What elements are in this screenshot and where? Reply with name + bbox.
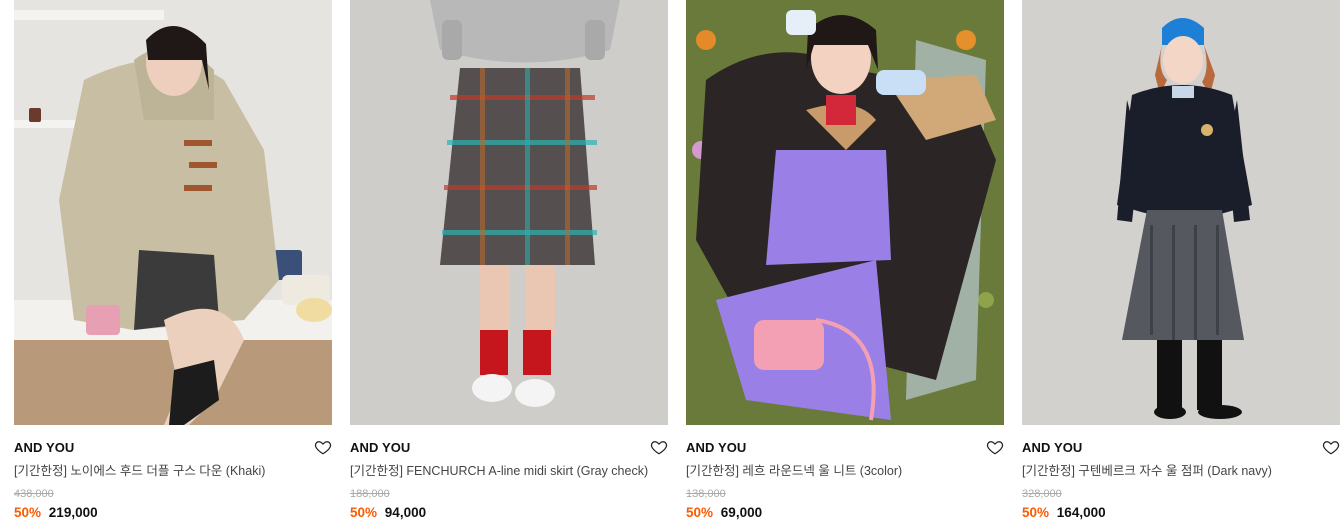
original-price: 328,000: [1022, 488, 1062, 500]
product-card[interactable]: AND YOU [기간한정] 노이에스 후드 더플 구스 다운 (Khaki) …: [14, 0, 332, 521]
discount-rate: 50%: [14, 505, 42, 520]
sale-price-row: 50% 219,000: [14, 505, 332, 521]
discount-rate: 50%: [1022, 505, 1050, 520]
brand-row: AND YOU: [1022, 439, 1340, 459]
product-title[interactable]: [기간한정] FENCHURCH A-line midi skirt (Gray…: [350, 463, 650, 479]
product-image[interactable]: [14, 0, 332, 425]
product-card[interactable]: AND YOU [기간한정] FENCHURCH A-line midi ski…: [350, 0, 668, 521]
brand-row: AND YOU: [350, 439, 668, 459]
sale-price-row: 50% 164,000: [1022, 505, 1340, 521]
product-title[interactable]: [기간한정] 노이에스 후드 더플 구스 다운 (Khaki): [14, 463, 314, 479]
heart-outline-icon[interactable]: [314, 438, 332, 456]
discount-rate: 50%: [686, 505, 714, 520]
brand-row: AND YOU: [686, 439, 1004, 459]
product-photo-navy-jumper: [1022, 0, 1340, 425]
heart-outline-icon[interactable]: [986, 438, 1004, 456]
brand-name[interactable]: AND YOU: [1022, 440, 1082, 455]
original-price: 138,000: [686, 488, 726, 500]
sale-price: 94,000: [384, 505, 427, 520]
original-price: 438,000: [14, 488, 54, 500]
heart-outline-icon[interactable]: [1322, 438, 1340, 456]
sale-price: 219,000: [48, 505, 98, 520]
product-grid: AND YOU [기간한정] 노이에스 후드 더플 구스 다운 (Khaki) …: [14, 0, 1340, 521]
brand-name[interactable]: AND YOU: [686, 440, 746, 455]
original-price: 188,000: [350, 488, 390, 500]
sale-price-row: 50% 94,000: [350, 505, 668, 521]
discount-rate: 50%: [350, 505, 378, 520]
sale-price: 69,000: [720, 505, 763, 520]
product-image[interactable]: [686, 0, 1004, 425]
product-card[interactable]: AND YOU [기간한정] 구텐베르크 자수 울 점퍼 (Dark navy)…: [1022, 0, 1340, 521]
sale-price-row: 50% 69,000: [686, 505, 1004, 521]
product-photo-khaki-down-jacket: [14, 0, 332, 425]
product-image[interactable]: [1022, 0, 1340, 425]
heart-outline-icon[interactable]: [650, 438, 668, 456]
product-photo-purple-knit: [686, 0, 1004, 425]
product-image[interactable]: [350, 0, 668, 425]
sale-price: 164,000: [1056, 505, 1106, 520]
product-card[interactable]: AND YOU [기간한정] 레흐 라운드넥 울 니트 (3color) 138…: [686, 0, 1004, 521]
brand-name[interactable]: AND YOU: [350, 440, 410, 455]
product-photo-check-skirt: [350, 0, 668, 425]
product-title[interactable]: [기간한정] 구텐베르크 자수 울 점퍼 (Dark navy): [1022, 463, 1322, 479]
brand-row: AND YOU: [14, 439, 332, 459]
product-title[interactable]: [기간한정] 레흐 라운드넥 울 니트 (3color): [686, 463, 986, 479]
brand-name[interactable]: AND YOU: [14, 440, 74, 455]
